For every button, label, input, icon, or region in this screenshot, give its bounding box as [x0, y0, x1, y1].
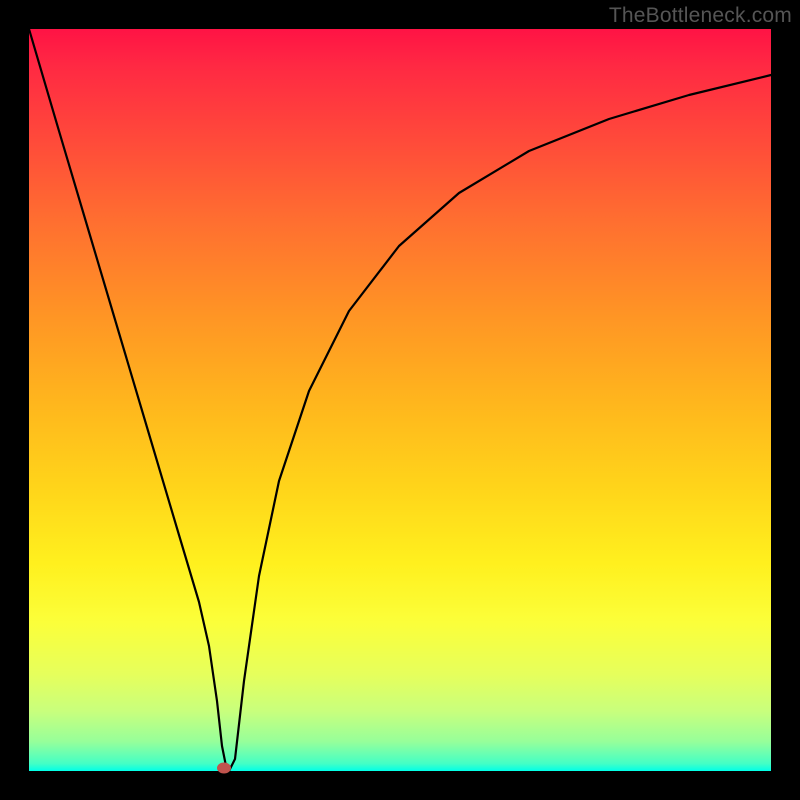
bottleneck-curve-path — [29, 29, 771, 771]
chart-area — [29, 29, 771, 771]
minimum-marker — [217, 763, 231, 774]
curve-svg — [29, 29, 771, 771]
watermark-text: TheBottleneck.com — [609, 4, 792, 28]
